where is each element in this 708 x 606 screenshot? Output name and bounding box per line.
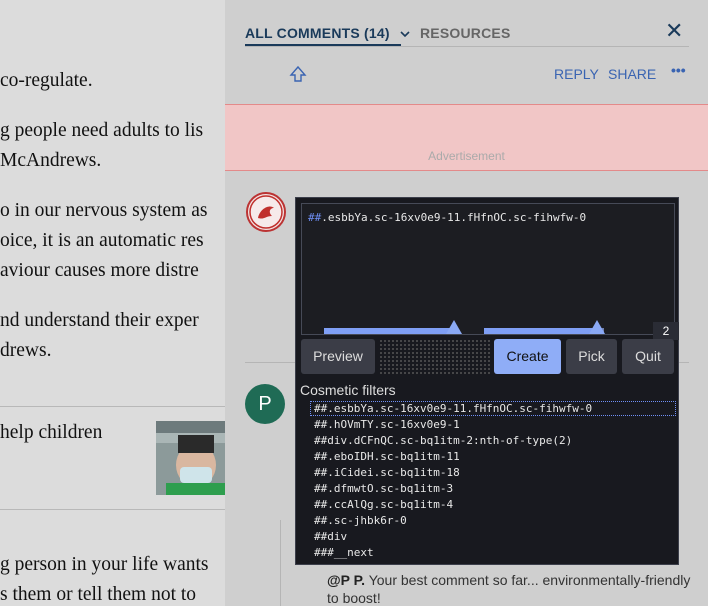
match-count-badge: 2 [653, 322, 679, 340]
filter-item[interactable]: ##.dfmwtO.sc-bq1itm-3 [314, 482, 453, 495]
selector-editor[interactable]: ##.esbbYa.sc-16xv0e9-11.fHfnOC.sc-fihwfw… [301, 203, 679, 340]
related-article-thumbnail[interactable] [156, 421, 236, 495]
dotted-spacer [379, 339, 491, 374]
avatar[interactable] [246, 192, 286, 232]
article-text-line: nd understand their exper [0, 310, 199, 331]
chevron-down-icon [400, 25, 410, 41]
article-text-line: g people need adults to lis [0, 120, 204, 141]
selector-text[interactable]: ##.esbbYa.sc-16xv0e9-11.fHfnOC.sc-fihwfw… [308, 211, 586, 224]
cosmetic-filters-heading: Cosmetic filters [300, 382, 396, 398]
element-picker-dialog: ##.esbbYa.sc-16xv0e9-11.fHfnOC.sc-fihwfw… [295, 197, 679, 565]
filter-item[interactable]: ##.iCidei.sc-bq1itm-18 [314, 466, 460, 479]
reply-author[interactable]: @P P. [327, 572, 365, 588]
advertisement-slot: Advertisement [225, 104, 708, 171]
tab-all-comments-label: ALL COMMENTS (14) [245, 25, 390, 41]
article-text-line: g person in your life wants [0, 554, 209, 575]
create-button[interactable]: Create [494, 339, 561, 374]
selector-value: .esbbYa.sc-16xv0e9-11.fHfnOC.sc-fihwfw-0 [321, 211, 587, 224]
pick-button[interactable]: Pick [566, 339, 617, 374]
tab-divider [245, 46, 689, 47]
selector-prefix: ## [308, 211, 322, 224]
article-text-line: co-regulate. [0, 70, 93, 91]
filter-item[interactable]: ##.ccAlQg.sc-bq1itm-4 [314, 498, 453, 511]
article-text-line: oice, it is an automatic res [0, 230, 204, 251]
article-divider [0, 509, 240, 510]
article-text-line: McAndrews. [0, 150, 102, 171]
filter-item[interactable]: ##.eboIDH.sc-bq1itm-11 [314, 450, 460, 463]
related-article-title[interactable]: help children [0, 422, 102, 444]
upvote-icon[interactable] [289, 65, 307, 88]
reply-thread-line [280, 520, 281, 606]
reply-comment: @P P. Your best comment so far... enviro… [327, 571, 697, 606]
share-button[interactable]: SHARE [608, 66, 656, 82]
advertisement-label: Advertisement [428, 149, 505, 163]
article-text-line: s them or tell them not to [0, 584, 197, 605]
article-text-line: o in our nervous system as [0, 200, 208, 221]
filter-item[interactable]: ##.esbbYa.sc-16xv0e9-11.fHfnOC.sc-fihwfw… [314, 402, 592, 415]
close-icon[interactable]: ✕ [665, 18, 683, 44]
article-text-line: drews. [0, 340, 52, 361]
filter-item[interactable]: ##.hOVmTY.sc-16xv0e9-1 [314, 418, 460, 431]
more-options-icon[interactable]: ••• [671, 62, 686, 78]
reply-button[interactable]: REPLY [554, 66, 599, 82]
filter-item[interactable]: ##.sc-jhbk6r-0 [314, 514, 407, 527]
article-divider [0, 406, 240, 407]
child-photo-icon [156, 421, 236, 495]
specificity-slider-handle[interactable] [446, 320, 462, 334]
tab-resources[interactable]: RESOURCES [420, 25, 510, 41]
preview-button[interactable]: Preview [301, 339, 375, 374]
avatar[interactable]: P [245, 384, 285, 424]
article-background: co-regulate. g people need adults to lis… [0, 0, 240, 606]
reply-body: Your best comment so far... environmenta… [327, 572, 691, 606]
quit-button[interactable]: Quit [622, 339, 674, 374]
filter-item[interactable]: ###__next [314, 546, 374, 559]
filter-item[interactable]: ##div [314, 530, 347, 543]
dragon-logo-icon [249, 195, 283, 229]
depth-slider-handle[interactable] [589, 320, 605, 334]
specificity-slider-track[interactable] [324, 328, 452, 334]
article-text-line: aviour causes more distre [0, 260, 199, 281]
filter-item[interactable]: ##div.dCFnQC.sc-bq1itm-2:nth-of-type(2) [314, 434, 572, 447]
tab-all-comments[interactable]: ALL COMMENTS (14) [245, 25, 410, 41]
depth-slider-fill [484, 328, 594, 334]
active-tab-indicator [245, 44, 401, 46]
